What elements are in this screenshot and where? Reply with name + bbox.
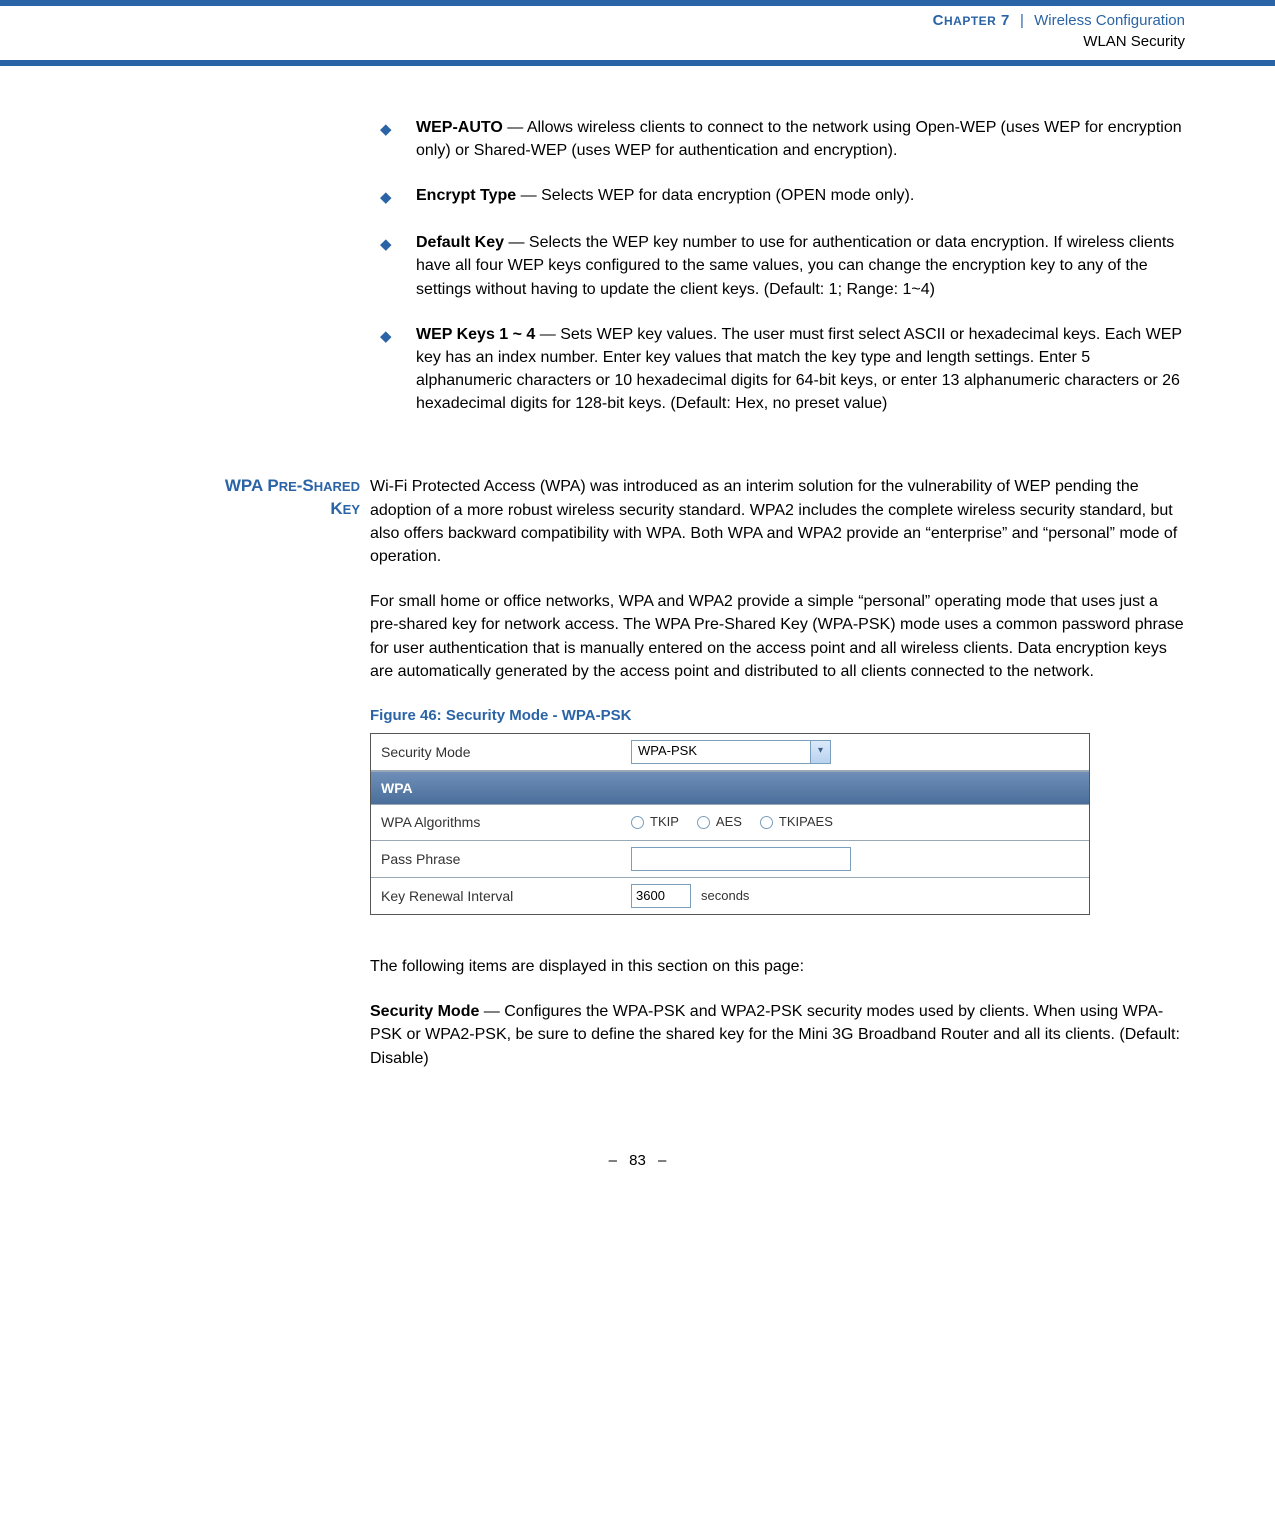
section-wpa-psk: WPA PRE-SHARED KEY Wi-Fi Protected Acces… <box>90 475 1185 1091</box>
chapter-label: CHAPTER 7 <box>933 12 1010 29</box>
diamond-bullet-icon: ◆ <box>380 116 416 141</box>
figure-row-security-mode: Security Mode WPA-PSK ▾ <box>371 734 1089 771</box>
figure-row-algorithms: WPA Algorithms TKIP AES TKIPAES <box>371 805 1089 841</box>
figure-wpa-header: WPA <box>371 771 1089 805</box>
paragraph: Security Mode — Configures the WPA-PSK a… <box>370 1000 1185 1070</box>
page-footer: – 83 – <box>0 1132 1275 1199</box>
footer-dash: – <box>658 1152 666 1169</box>
radio-aes-label: AES <box>716 813 742 832</box>
diamond-bullet-icon: ◆ <box>380 184 416 209</box>
bullet-text: Default Key — Selects the WEP key number… <box>416 231 1185 301</box>
page-number: 83 <box>629 1152 646 1169</box>
diamond-bullet-icon: ◆ <box>380 231 416 256</box>
radio-tkipaes[interactable] <box>760 816 773 829</box>
page-content: ◆ WEP-AUTO — Allows wireless clients to … <box>0 66 1275 1132</box>
paragraph: For small home or office networks, WPA a… <box>370 590 1185 683</box>
interval-unit: seconds <box>701 887 749 906</box>
radio-aes[interactable] <box>697 816 710 829</box>
radio-tkip-label: TKIP <box>650 813 679 832</box>
radio-tkipaes-label: TKIPAES <box>779 813 833 832</box>
footer-dash: – <box>609 1152 617 1169</box>
figure-row-interval: Key Renewal Interval seconds <box>371 878 1089 914</box>
interval-input[interactable] <box>631 884 691 908</box>
header-subtitle: WLAN Security <box>0 31 1185 52</box>
interval-label: Key Renewal Interval <box>381 886 631 906</box>
header-separator: | <box>1020 12 1024 29</box>
passphrase-label: Pass Phrase <box>381 849 631 869</box>
bullet-item: ◆ WEP-AUTO — Allows wireless clients to … <box>380 116 1185 162</box>
header-line-1: CHAPTER 7 | Wireless Configuration <box>0 10 1185 31</box>
chapter-title: Wireless Configuration <box>1034 12 1185 29</box>
security-mode-value: WPA-PSK <box>632 742 810 761</box>
security-mode-label: Security Mode <box>381 742 631 762</box>
chevron-down-icon: ▾ <box>810 741 830 763</box>
section-heading: WPA PRE-SHARED KEY <box>90 475 370 521</box>
paragraph: The following items are displayed in thi… <box>370 955 1185 978</box>
passphrase-input[interactable] <box>631 847 851 871</box>
bullet-text: Encrypt Type — Selects WEP for data encr… <box>416 184 1185 207</box>
bullet-list: ◆ WEP-AUTO — Allows wireless clients to … <box>380 116 1185 415</box>
bullet-item: ◆ WEP Keys 1 ~ 4 — Sets WEP key values. … <box>380 323 1185 416</box>
section-body: Wi-Fi Protected Access (WPA) was introdu… <box>370 475 1185 1091</box>
page-header: CHAPTER 7 | Wireless Configuration WLAN … <box>0 6 1275 58</box>
figure-screenshot: Security Mode WPA-PSK ▾ WPA WPA Algorith… <box>370 733 1090 915</box>
bullet-text: WEP Keys 1 ~ 4 — Sets WEP key values. Th… <box>416 323 1185 416</box>
bullet-text: WEP-AUTO — Allows wireless clients to co… <box>416 116 1185 162</box>
term-security-mode: Security Mode <box>370 1003 479 1020</box>
figure-caption: Figure 46: Security Mode - WPA-PSK <box>370 705 1185 727</box>
security-mode-select[interactable]: WPA-PSK ▾ <box>631 740 831 764</box>
wpa-algorithms-label: WPA Algorithms <box>381 812 631 832</box>
bullet-item: ◆ Default Key — Selects the WEP key numb… <box>380 231 1185 301</box>
radio-tkip[interactable] <box>631 816 644 829</box>
diamond-bullet-icon: ◆ <box>380 323 416 348</box>
figure-row-passphrase: Pass Phrase <box>371 841 1089 878</box>
paragraph: Wi-Fi Protected Access (WPA) was introdu… <box>370 475 1185 568</box>
bullet-item: ◆ Encrypt Type — Selects WEP for data en… <box>380 184 1185 209</box>
